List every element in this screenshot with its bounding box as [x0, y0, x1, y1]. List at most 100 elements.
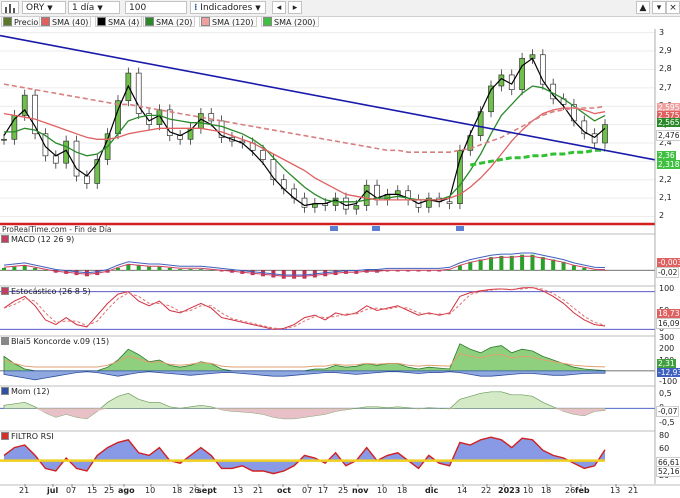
sma-line [3, 57, 606, 207]
macd-bar [188, 269, 193, 271]
indicator-tag: -0,07 [656, 405, 680, 417]
panel-swatch [1, 235, 9, 243]
copyright-label: ProRealTime.com - Fin de Día [2, 225, 112, 234]
event-marker [330, 226, 338, 231]
macd-bar [509, 255, 514, 271]
stoch-k-line [3, 286, 606, 330]
y-tick-label: 2,1 [659, 193, 672, 203]
panel-title-label: Blai5 Koncorde v.09 (15) [11, 337, 110, 346]
price-tag: 2,476 [656, 130, 680, 141]
trendline [0, 34, 656, 161]
x-tick-label: 07 [66, 486, 77, 495]
x-tick-label: feb [575, 486, 590, 495]
panel-title-label: MACD (12 26 9) [11, 235, 75, 244]
y-tick-label: 2,9 [659, 46, 672, 56]
panel-swatch [1, 387, 9, 395]
x-tick-label: sept [197, 486, 217, 495]
macd-bar [478, 259, 483, 271]
x-tick-label: 18 [397, 486, 408, 495]
candle-body [508, 74, 515, 91]
price-tag: 2,318 [657, 160, 680, 169]
candle-body [52, 155, 59, 164]
chart-app: ORY▼ 1 día▼ 100 unidades▼ ⁝ Indicadores▼… [0, 0, 680, 498]
candle-body [270, 159, 277, 181]
candle-body [343, 197, 349, 210]
x-tick-label: 25 [338, 486, 349, 495]
macd-bar [292, 270, 297, 279]
sma-line [4, 85, 606, 203]
x-tick-label: 13 [610, 486, 621, 495]
x-tick-label: 22 [481, 486, 492, 495]
y-tick-label: 300 [659, 332, 675, 342]
sma-line [470, 148, 605, 167]
y-tick-label: 3 [659, 27, 665, 37]
koncorde-blue [3, 370, 606, 381]
macd-bar [499, 255, 504, 271]
x-tick-label: 10 [377, 486, 388, 495]
panel-title-label: Mom (12) [11, 387, 50, 396]
x-tick-label: jul [47, 486, 59, 495]
indicator-tag: -0,003 [657, 257, 680, 267]
candle-body [32, 94, 38, 135]
macd-bar [571, 265, 576, 271]
indicator-tag: 52,16 [656, 465, 680, 477]
sma-line [3, 83, 606, 153]
y-tick-label: 60 [659, 443, 670, 453]
event-marker [456, 226, 464, 231]
x-tick-label: 2023 [498, 486, 521, 495]
macd-bar [447, 270, 452, 271]
macd-bar [157, 266, 162, 271]
event-marker [372, 226, 380, 231]
y-tick-label: 2,8 [659, 64, 672, 74]
x-tick-label: 07 [302, 486, 313, 495]
x-tick-label: 10 [523, 486, 534, 495]
y-tick-label: 80 [659, 431, 670, 441]
indicator-tag: 16,09 [656, 317, 680, 329]
candle-body [446, 201, 453, 204]
indicator-tag: -0,02 [656, 266, 680, 278]
macd-bar [178, 269, 183, 271]
y-tick-label: 2,2 [659, 174, 672, 184]
panel-title-label: Estocástico (26 8 5) [11, 287, 91, 296]
price-tag: 2,36 [657, 151, 676, 160]
macd-bar [12, 266, 17, 271]
x-tick-label: 14 [457, 486, 468, 495]
panel-swatch [1, 287, 9, 295]
candle-body [519, 58, 525, 91]
y-tick-label: 0,5 [659, 389, 672, 399]
stoch-d-line [3, 287, 606, 330]
chart-canvas[interactable] [0, 0, 680, 498]
y-tick-label: 2,7 [659, 82, 672, 92]
y-tick-label: 2 [659, 211, 665, 221]
y-tick-label: 200 [659, 343, 675, 353]
panel-swatch [1, 337, 9, 345]
candle-body [73, 140, 80, 177]
macd-bar [136, 265, 141, 271]
macd-bar [582, 267, 587, 271]
macd-bar [43, 270, 48, 271]
panel-title: MACD (12 26 9) [1, 235, 74, 245]
macd-bar [551, 259, 556, 271]
macd-bar [167, 267, 172, 271]
x-tick-label: 18 [541, 486, 552, 495]
x-tick-label: dic [425, 486, 439, 495]
price-tag: 2,565 [657, 118, 680, 127]
x-tick-label: ago [118, 486, 135, 495]
y-tick-label: 100 [659, 284, 675, 294]
candle-body [363, 184, 370, 206]
x-tick-label: 13 [233, 486, 244, 495]
macd-bar [520, 254, 525, 271]
macd-bar [33, 267, 38, 271]
macd-bar [209, 270, 214, 271]
x-tick-label: 18 [172, 486, 183, 495]
y-tick-label: -100 [659, 376, 678, 386]
macd-bar [198, 269, 203, 271]
indicator-tag: -12,93 [657, 367, 680, 377]
macd-bar [2, 267, 6, 271]
x-tick-label: 21 [253, 486, 264, 495]
macd-bar [592, 270, 597, 271]
panel-title-label: FILTRO RSI [11, 432, 54, 441]
panel-title: FILTRO RSI [1, 432, 54, 442]
indicator-tag: 2,31 [657, 358, 676, 368]
candle-body [84, 175, 90, 184]
